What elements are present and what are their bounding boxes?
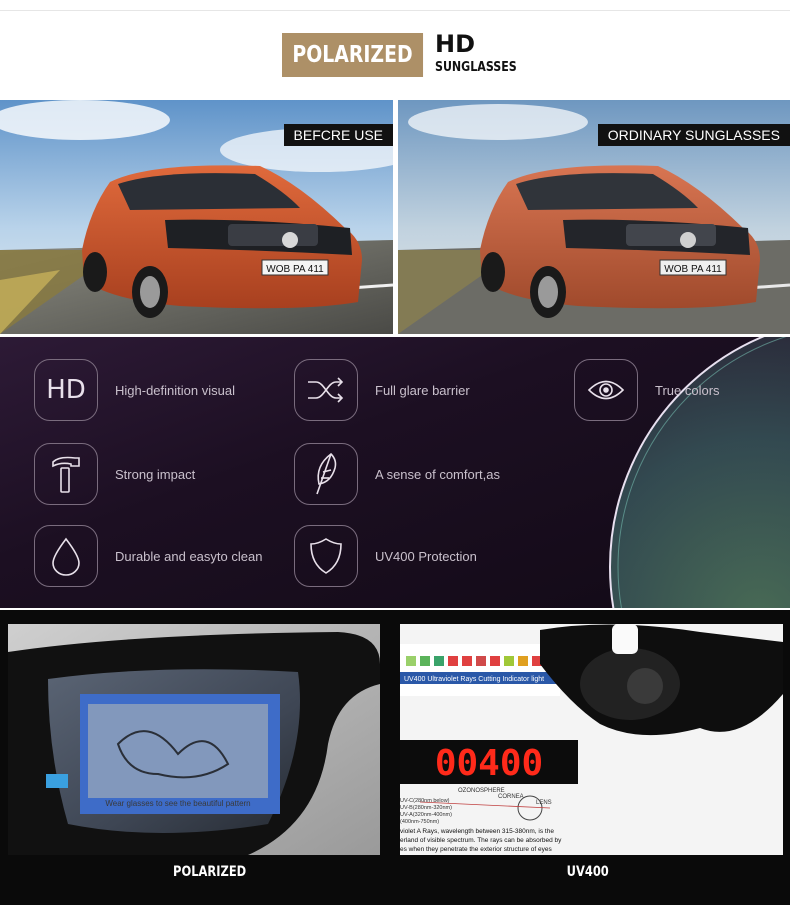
uv-caption: es when they penetrate the exterior stru… bbox=[400, 846, 553, 853]
lens-label: LENS bbox=[536, 800, 552, 806]
polarized-badge: POLARIZED bbox=[282, 33, 424, 77]
ordinary-sunglasses-label: ORDINARY SUNGLASSES bbox=[597, 124, 790, 146]
cornea-label: CORNEA bbox=[498, 794, 524, 800]
sunglasses-subtitle: SUNGLASSES bbox=[435, 60, 517, 75]
hammer-icon bbox=[34, 443, 98, 505]
ordinary-sunglasses-photo: WOB PA 411 ORDINARY SUNGLASSES bbox=[398, 100, 790, 334]
feather-icon bbox=[294, 443, 358, 505]
hd-title: HD bbox=[435, 30, 476, 58]
shield-icon bbox=[294, 525, 358, 587]
uv-line: UV-A(320nm-400nm) bbox=[400, 812, 452, 818]
feature-label: Strong impact bbox=[115, 466, 196, 482]
feature-label: UV400 Protection bbox=[375, 548, 477, 564]
uv-meter-reading: 00400 bbox=[435, 743, 543, 784]
uv-caption: erland of visible spectrum. The rays can… bbox=[400, 837, 562, 844]
uv-line: UV-C(280nm below) bbox=[400, 798, 450, 804]
feature-label: True colors bbox=[655, 382, 720, 398]
card-heading: UV400 Ultraviolet Rays Cutting Indicator… bbox=[404, 676, 544, 683]
polarized-demo-photo: Wear glasses to see the beautiful patter… bbox=[8, 624, 380, 855]
sunglasses-lens-image: Wear glasses to see the beautiful patter… bbox=[8, 624, 380, 855]
feature-label: Durable and easyto clean bbox=[115, 548, 263, 564]
feature-uv400: UV400 Protection bbox=[294, 525, 477, 587]
uv400-demo-photo: UV400 Ultraviolet Rays Cutting Indicator… bbox=[400, 624, 783, 855]
license-plate-text: WOB PA 411 bbox=[664, 264, 722, 275]
feature-glare: Full glare barrier bbox=[294, 359, 470, 421]
feature-colors: True colors bbox=[574, 359, 720, 421]
feature-label: Full glare barrier bbox=[375, 382, 470, 398]
feature-hd: HD High-definition visual bbox=[34, 359, 235, 421]
polarized-caption: POLARIZED bbox=[173, 864, 247, 880]
water-drop-icon bbox=[34, 525, 98, 587]
feature-label: A sense of comfort,as bbox=[375, 466, 501, 482]
feature-impact: Strong impact bbox=[34, 443, 195, 505]
uv-caption: violet A Rays, wavelength between 315-38… bbox=[400, 828, 554, 835]
uv-line: (400nm-750nm) bbox=[400, 819, 439, 825]
lens-pattern-text: Wear glasses to see the beautiful patter… bbox=[105, 799, 250, 808]
eye-icon bbox=[574, 359, 638, 421]
feature-clean: Durable and easyto clean bbox=[34, 525, 262, 587]
feature-label: High-definition visual bbox=[115, 382, 235, 398]
uv400-caption: UV400 bbox=[566, 864, 609, 880]
hd-icon: HD bbox=[34, 359, 98, 421]
uv-tester-image: UV400 Ultraviolet Rays Cutting Indicator… bbox=[400, 624, 783, 855]
license-plate-text: WOB PA 411 bbox=[266, 264, 324, 275]
features-section: HD High-definition visual Full glare bar… bbox=[0, 337, 790, 608]
feature-comfort: A sense of comfort,as bbox=[294, 443, 500, 505]
shuffle-icon bbox=[294, 359, 358, 421]
divider-line bbox=[0, 10, 790, 11]
demo-section: Wear glasses to see the beautiful patter… bbox=[0, 610, 790, 905]
before-use-photo: WOB PA 411 BEFCRE USE bbox=[0, 100, 393, 334]
before-use-label: BEFCRE USE bbox=[283, 124, 393, 146]
page-header: POLARIZED HD SUNGLASSES bbox=[0, 0, 790, 100]
uv-line: UV-B(280nm-320nm) bbox=[400, 805, 452, 811]
